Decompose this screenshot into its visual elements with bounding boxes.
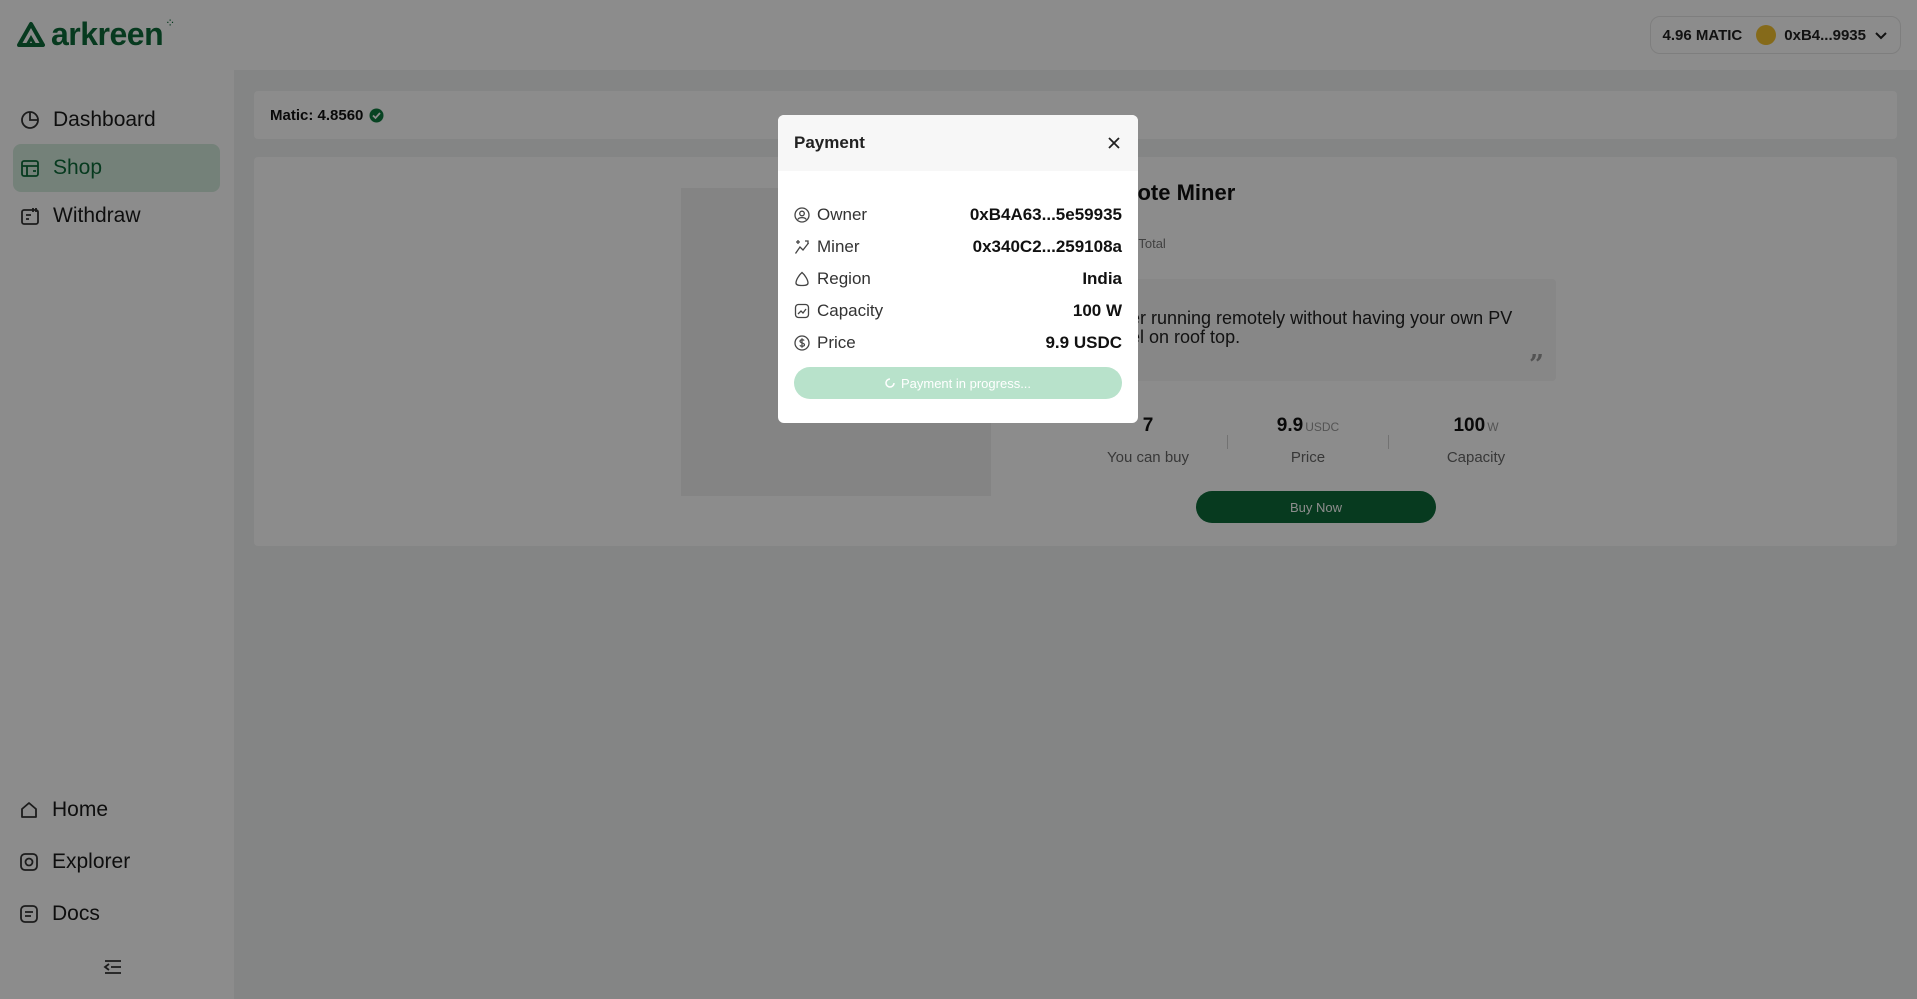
region-icon [795,271,809,287]
user-circle-icon [794,207,810,223]
payment-progress-label: Payment in progress... [900,375,1032,391]
miner-icon [794,240,810,254]
detail-label: Region [817,269,871,288]
payment-progress-button[interactable]: Payment in progress... [794,367,1122,399]
detail-label: Owner [817,205,868,224]
modal-header: Payment [778,115,1138,171]
detail-row-region: Region India [794,263,1122,295]
price-value: 9.9 USDC [1045,333,1122,352]
detail-row-miner: Miner 0x340C2...259108a [794,231,1122,263]
detail-label: Capacity [817,301,884,320]
close-icon[interactable] [1106,135,1122,151]
miner-address: 0x340C2...259108a [972,237,1122,256]
detail-label: Price [817,333,856,352]
detail-row-price: Price 9.9 USDC [794,327,1122,359]
detail-row-capacity: Capacity 100 W [794,295,1122,327]
modal-title: Payment [794,133,865,152]
capacity-value: 100 W [1072,301,1122,320]
owner-address: 0xB4A63...5e59935 [969,205,1122,224]
region-value: India [1082,269,1122,288]
detail-row-owner: Owner 0xB4A63...5e59935 [794,199,1122,231]
spinner-icon [885,378,895,388]
capacity-icon [794,303,810,319]
payment-details: Owner 0xB4A63...5e59935 Miner 0x340C2...… [794,199,1122,359]
dollar-icon [794,335,810,351]
payment-modal: Payment Owner 0xB4A63...5e59935 Miner 0x… [778,115,1138,423]
detail-label: Miner [817,237,860,256]
